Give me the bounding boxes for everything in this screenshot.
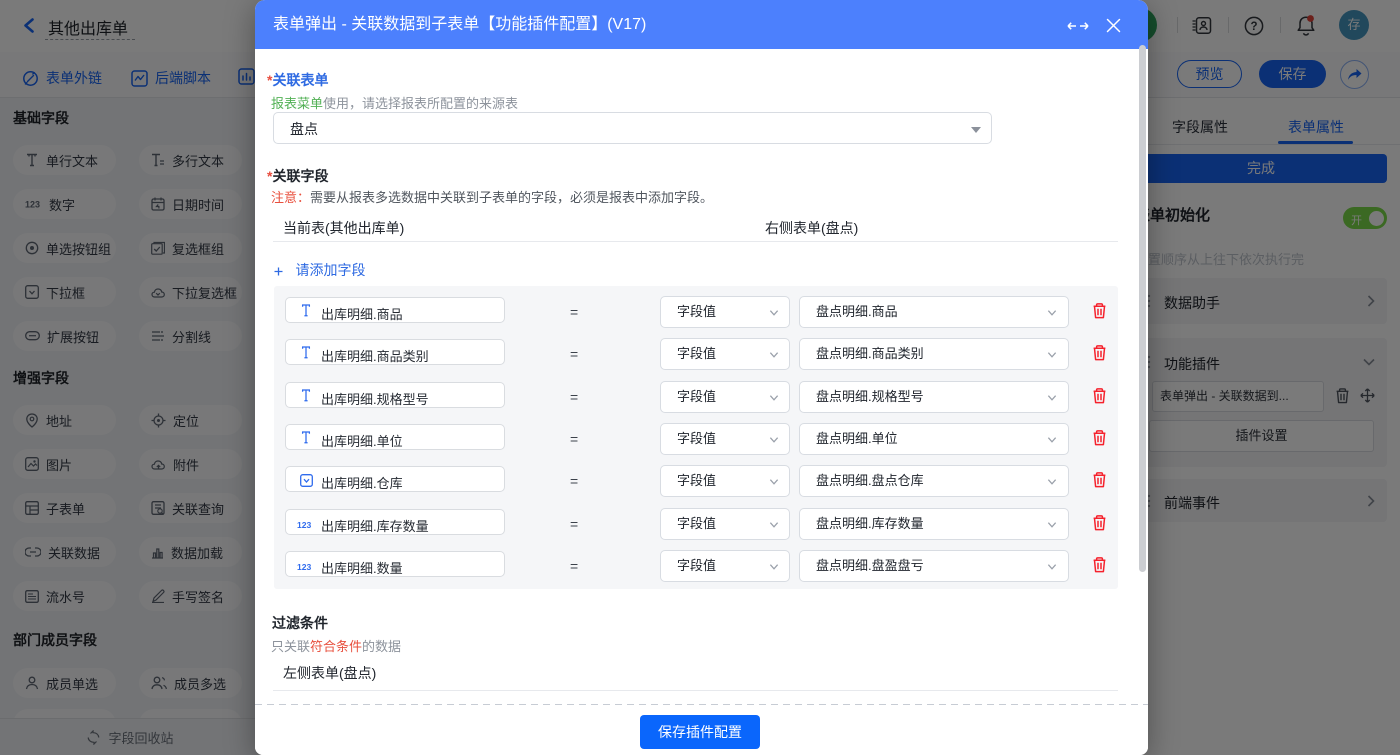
svg-text:123: 123 [297, 520, 312, 529]
svg-text:123: 123 [297, 562, 312, 571]
